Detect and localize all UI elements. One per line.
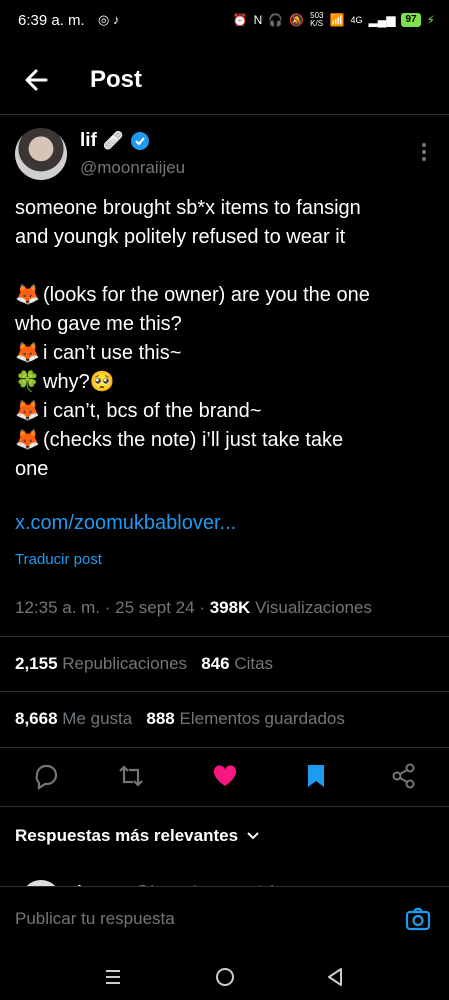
verified-icon [131,132,150,150]
translate-link[interactable]: Traducir post [15,551,102,568]
tweet-time: 12:35 a. m. [15,598,101,617]
line-text: one [15,458,49,480]
tweet-line: someone brought sb*x items to fansign [15,197,361,219]
tweet-meta: 12:35 a. m. · 25 sept 24 · 398K Visualiz… [15,598,372,617]
bookmark-icon[interactable] [302,762,330,790]
signal-icon: ▂▄▆ [368,13,396,27]
divider [0,636,449,637]
camera-icon[interactable] [404,905,432,933]
reply-icon[interactable] [32,762,60,791]
line-emoji: 🍀 [15,371,40,393]
wifi-icon: 📶 [329,13,345,27]
line-text: i can’t use this~ [43,342,182,364]
share-icon[interactable] [390,762,418,790]
home-icon[interactable] [214,966,236,993]
tweet-line: 🦊 i can’t use this~ [15,339,435,368]
divider [0,806,449,807]
tweet-line: and youngk politely refused to wear it [15,226,346,248]
mute-icon: 🔕 [289,13,305,27]
line-emoji: 🦊 [15,342,40,364]
status-time: 6:39 a. m. [18,12,85,29]
charging-icon: ⚡ [426,13,435,27]
line-text: (looks for the owner) are you the one [43,284,370,306]
nfc-icon: N [253,13,263,27]
tiktok-icon: ◎ ♪ [98,12,120,27]
header-divider [0,114,449,115]
action-bar [0,750,449,804]
battery-icon: 97 [401,13,421,27]
tweet-line: 🦊 (checks the note) i’ll just take take [15,426,435,455]
line-emoji: 🦊 [15,284,40,306]
tweet-dialog: 🦊 (looks for the owner) are you the one wh… [15,281,435,484]
replies-sort-dropdown[interactable]: Respuestas más relevantes [15,826,260,846]
tweet-line: one [15,455,435,484]
tweet-link[interactable]: x.com/zoomukbablover... [15,512,236,535]
views-label: Visualizaciones [255,598,372,617]
alarm-icon: ⏰ [232,13,248,27]
page-title: Post [90,66,143,93]
tweet-date: 25 sept 24 [115,598,195,617]
more-options-icon[interactable] [418,140,430,164]
line-text: (checks the note) i’ll just take take [43,429,344,451]
author-name[interactable]: lif 🩹 [80,130,150,152]
headphones-icon: 🎧 [268,13,284,27]
avatar[interactable] [15,128,67,180]
back-icon[interactable] [325,966,345,993]
repost-icon[interactable] [117,762,145,790]
divider [0,747,449,748]
system-navbar [0,952,449,1000]
divider [0,691,449,692]
likes-stat[interactable]: 8,668 Me gusta 888 Elementos guardados [15,709,345,729]
tweet-text: someone brought sb*x items to fansign an… [15,194,435,484]
reposts-stat[interactable]: 2,155 Republicaciones 846 Citas [15,654,273,674]
net-speed: 503 K/S [310,11,324,28]
tweet-line: 🦊 (looks for the owner) are you the one [15,281,435,310]
back-arrow-icon[interactable] [18,62,54,98]
line-text: why?🥺 [43,371,115,393]
status-bar: 6:39 a. m. ◎ ♪ ⏰ N 🎧 🔕 503 K/S 📶 4G ▂▄▆ … [0,0,449,44]
tweet-line: who gave me this? [15,310,435,339]
reply-input[interactable]: Publicar tu respuesta [15,909,175,929]
views-count: 398K [209,598,251,617]
chevron-down-icon [247,832,259,840]
tweet-line: 🦊 i can’t, bcs of the brand~ [15,397,435,426]
like-icon[interactable] [211,762,239,790]
menu-icon[interactable] [103,967,123,992]
status-icons: ⏰ N 🎧 🔕 503 K/S 📶 4G ▂▄▆ 97 ⚡ [233,12,435,28]
line-text: i can’t, bcs of the brand~ [43,400,262,422]
line-text: who gave me this? [15,313,182,335]
author-handle[interactable]: @moonraiijeu [80,158,185,178]
tweet-line: 🍀 why?🥺 [15,368,435,397]
line-emoji: 🦊 [15,429,40,451]
line-emoji: 🦊 [15,400,40,422]
network-label: 4G [350,15,363,25]
bandage-emoji: 🩹 [102,131,125,150]
